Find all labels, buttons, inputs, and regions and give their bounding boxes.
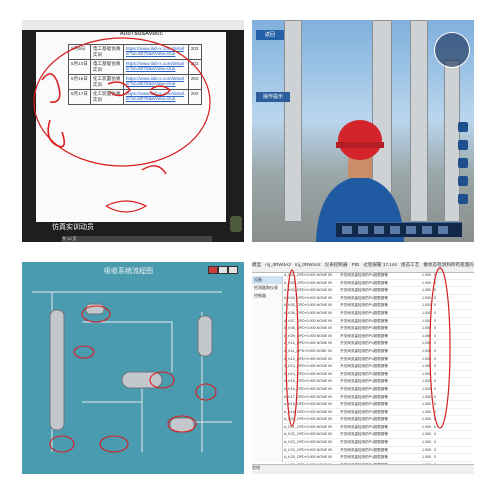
document-screenshot-panel: Aubf&d&Avwbc 5月9日 电工基础仿真实训 https://www.ila…: [22, 20, 244, 242]
back-button[interactable]: 返回: [256, 30, 284, 40]
list-annotations: [285, 267, 451, 429]
inventory-slot[interactable]: [422, 226, 432, 234]
inventory-bar: [336, 222, 462, 237]
3d-simulation-panel: 返回 操作提示: [252, 20, 474, 242]
handwriting-annotations: [33, 37, 211, 213]
inventory-slot[interactable]: [438, 226, 448, 234]
inventory-slot[interactable]: [406, 226, 416, 234]
inventory-slot[interactable]: [358, 226, 368, 234]
tool-icon[interactable]: [458, 158, 468, 168]
hint-button[interactable]: 操作提示: [256, 92, 290, 102]
webcam-thumbnail: [230, 216, 242, 232]
process-flow-panel: 吸收系统流程图: [22, 252, 244, 474]
collage-frame: Aubf&d&Avwbc 5月9日 电工基础仿真实训 https://www.ila…: [0, 0, 497, 497]
status-bar: 就绪: [252, 464, 474, 474]
video-caption: 仿真实训动员: [52, 224, 94, 231]
process-diagram: [32, 291, 232, 453]
inventory-slot[interactable]: [374, 226, 384, 234]
tool-icon[interactable]: [458, 194, 468, 204]
tool-icon[interactable]: [458, 140, 468, 150]
inventory-slot[interactable]: [390, 226, 400, 234]
compass-icon[interactable]: [434, 32, 470, 68]
tool-icon[interactable]: [458, 176, 468, 186]
configuration-list-panel: 模型 mj_0RW4A2 mj_0RW4A2 仪表控制器 PID 过程报警 17,144 组…: [252, 252, 474, 474]
side-toolbar: [458, 122, 470, 218]
tool-icon[interactable]: [458, 122, 468, 132]
page-indicator[interactable]: 共 10 页: [62, 236, 212, 242]
inventory-slot[interactable]: [342, 226, 352, 234]
